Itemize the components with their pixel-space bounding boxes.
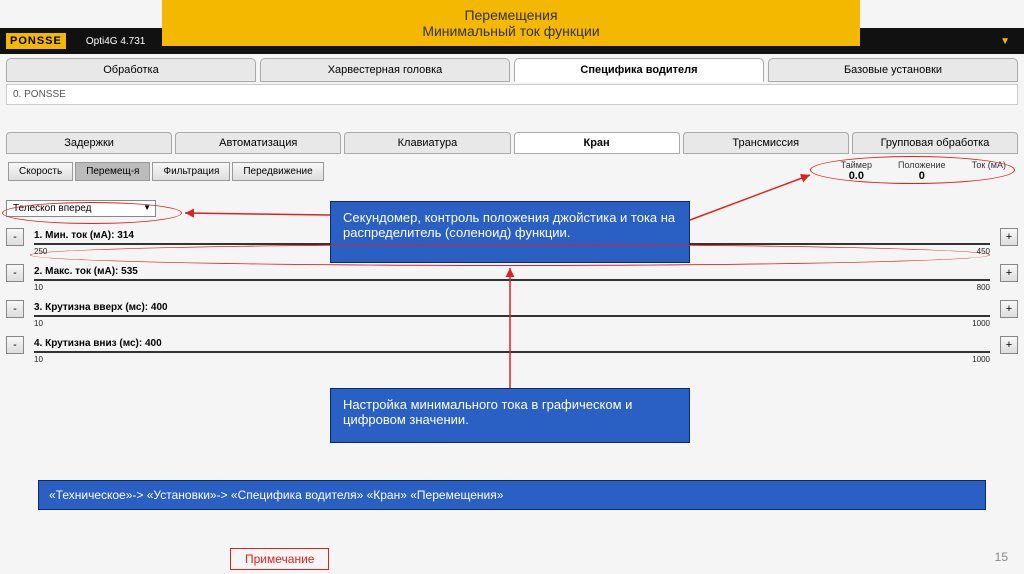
btn-speed[interactable]: Скорость bbox=[8, 162, 73, 181]
plus-button[interactable]: + bbox=[1000, 336, 1018, 354]
btn-motion[interactable]: Передвижение bbox=[232, 162, 323, 181]
btn-filtration[interactable]: Фильтрация bbox=[152, 162, 230, 181]
slider-track[interactable]: 10 1000 bbox=[34, 351, 990, 353]
navigation-path: «Техническое»-> «Установки»-> «Специфика… bbox=[38, 480, 986, 510]
function-select[interactable]: Телескоп вперед bbox=[6, 200, 156, 217]
sub-tabs: Задержки Автоматизация Клавиатура Кран Т… bbox=[6, 132, 1018, 154]
position-label: Положение bbox=[898, 160, 946, 170]
tick-max: 450 bbox=[977, 247, 990, 256]
dropdown-area: Телескоп вперед bbox=[6, 200, 156, 217]
param-label: 2. Макс. ток (мА): 535 bbox=[34, 266, 990, 277]
tick-min: 10 bbox=[34, 355, 43, 364]
subtab-delays[interactable]: Задержки bbox=[6, 132, 172, 154]
minus-button[interactable]: - bbox=[6, 228, 24, 246]
plus-button[interactable]: + bbox=[1000, 264, 1018, 282]
chevron-down-icon[interactable]: ▼ bbox=[1000, 36, 1010, 47]
title-banner: Перемещения Минимальный ток функции bbox=[162, 0, 860, 46]
slider-track[interactable]: 10 800 bbox=[34, 279, 990, 281]
param-ramp-down: - 4. Крутизна вниз (мс): 400 10 1000 + bbox=[6, 336, 1018, 354]
plus-button[interactable]: + bbox=[1000, 228, 1018, 246]
tick-max: 1000 bbox=[972, 319, 990, 328]
subtab-transmission[interactable]: Трансмиссия bbox=[683, 132, 849, 154]
minus-button[interactable]: - bbox=[6, 264, 24, 282]
main-tabs: Обработка Харвестерная головка Специфика… bbox=[6, 58, 1018, 82]
tick-max: 1000 bbox=[972, 355, 990, 364]
logo: PONSSE bbox=[6, 33, 66, 49]
title-line1: Перемещения bbox=[464, 7, 557, 23]
param-label: 4. Крутизна вниз (мс): 400 bbox=[34, 338, 990, 349]
current-label: Ток (мА) bbox=[972, 160, 1006, 170]
title-line2: Минимальный ток функции bbox=[422, 23, 599, 39]
subtab-group-proc[interactable]: Групповая обработка bbox=[852, 132, 1018, 154]
callout-min-current: Настройка минимального тока в графическо… bbox=[330, 388, 690, 443]
page-number: 15 bbox=[995, 550, 1008, 564]
param-label: 3. Крутизна вверх (мс): 400 bbox=[34, 302, 990, 313]
meter-block: Таймер 0.0 Положение 0 Ток (мА) bbox=[841, 160, 1016, 182]
minus-button[interactable]: - bbox=[6, 336, 24, 354]
tick-min: 250 bbox=[34, 247, 47, 256]
tick-min: 10 bbox=[34, 283, 43, 292]
tick-max: 800 bbox=[977, 283, 990, 292]
subtab-keyboard[interactable]: Клавиатура bbox=[344, 132, 510, 154]
param-max-current: - 2. Макс. ток (мА): 535 10 800 + bbox=[6, 264, 1018, 282]
position-value: 0 bbox=[898, 170, 946, 182]
breadcrumb: 0. PONSSE bbox=[6, 84, 1018, 105]
subtab-crane[interactable]: Кран bbox=[514, 132, 680, 154]
minus-button[interactable]: - bbox=[6, 300, 24, 318]
subtab-automation[interactable]: Автоматизация bbox=[175, 132, 341, 154]
tick-min: 10 bbox=[34, 319, 43, 328]
timer-label: Таймер bbox=[841, 160, 872, 170]
timer-value: 0.0 bbox=[841, 170, 872, 182]
tab-harvester-head[interactable]: Харвестерная головка bbox=[260, 58, 510, 82]
plus-button[interactable]: + bbox=[1000, 300, 1018, 318]
subsub-row: Скорость Перемещ-я Фильтрация Передвижен… bbox=[8, 160, 1016, 182]
param-ramp-up: - 3. Крутизна вверх (мс): 400 10 1000 + bbox=[6, 300, 1018, 318]
callout-meters: Секундомер, контроль положения джойстика… bbox=[330, 201, 690, 263]
note-box: Примечание bbox=[230, 548, 329, 570]
btn-movements[interactable]: Перемещ-я bbox=[75, 162, 150, 181]
version-label: Opti4G 4.731 bbox=[86, 36, 145, 47]
tab-processing[interactable]: Обработка bbox=[6, 58, 256, 82]
slider-track[interactable]: 10 1000 bbox=[34, 315, 990, 317]
tab-driver-specific[interactable]: Специфика водителя bbox=[514, 58, 764, 82]
tab-base-settings[interactable]: Базовые установки bbox=[768, 58, 1018, 82]
